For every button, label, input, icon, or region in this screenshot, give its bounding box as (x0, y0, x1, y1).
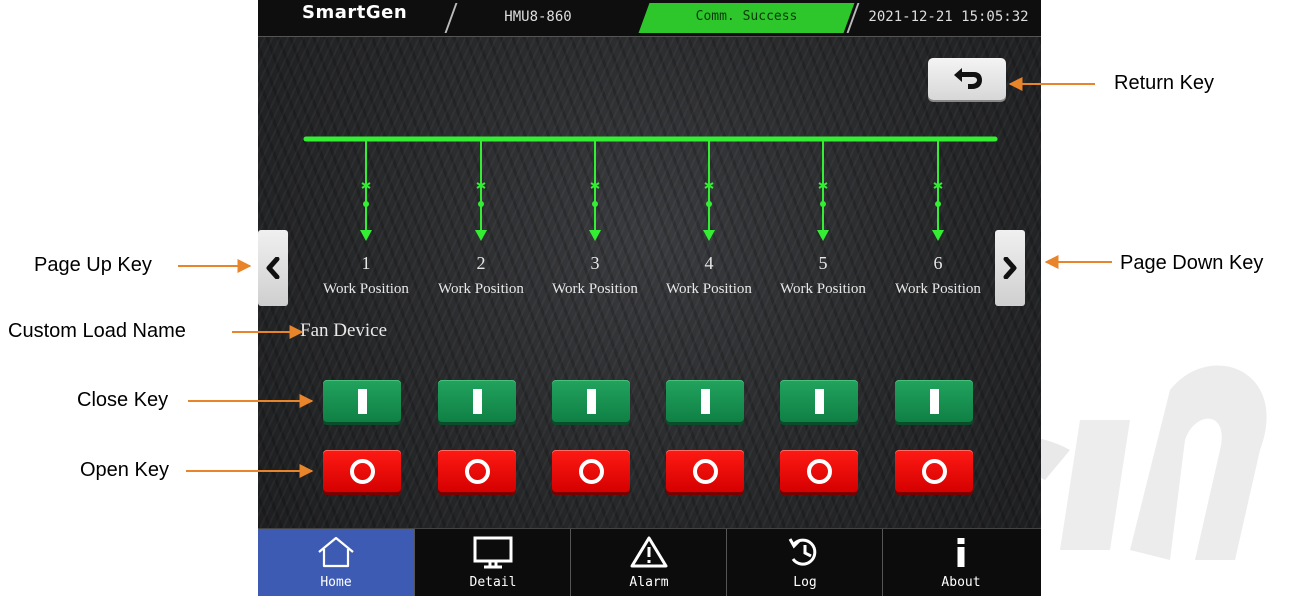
callout-return-key: Return Key (1114, 72, 1215, 94)
callout-page-down-key: Page Down Key (1120, 252, 1264, 274)
callout-arrows (178, 77, 1112, 478)
callout-page-up-key: Page Up Key (34, 254, 152, 276)
callout-custom-load-name: Custom Load Name (8, 320, 186, 342)
callout-close-key: Close Key (77, 389, 169, 411)
callout-open-key: Open Key (80, 459, 169, 481)
